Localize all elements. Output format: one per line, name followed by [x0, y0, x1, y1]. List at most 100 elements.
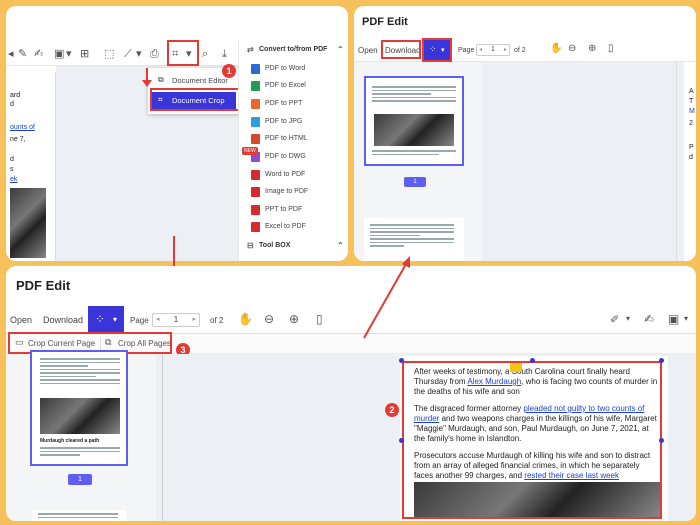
- thumb-text: [370, 224, 454, 249]
- collapse-icon[interactable]: ◂: [8, 48, 14, 59]
- diagonal-arrow: [363, 256, 410, 339]
- html-icon: [251, 134, 260, 144]
- fit-page-icon[interactable]: ▯: [608, 44, 614, 54]
- convert-header[interactable]: ⇄ Convert to/from PDF ⌃: [239, 40, 348, 60]
- chevron-up-icon: ⌃: [337, 45, 344, 54]
- zoom-out-icon[interactable]: ⊖: [568, 44, 576, 54]
- doc-fragment: T: [689, 98, 694, 105]
- chevron-right-icon[interactable]: ▸: [504, 45, 507, 55]
- page-count: of 2: [514, 47, 526, 54]
- thumb-photo: [40, 398, 120, 434]
- chevron-right-icon[interactable]: ▸: [192, 314, 196, 326]
- arrow-head: [142, 80, 152, 87]
- ppt-icon: [251, 99, 260, 109]
- crop-handle[interactable]: [399, 358, 404, 363]
- chevron-down-icon[interactable]: ▾: [66, 48, 72, 59]
- crop-frame[interactable]: [402, 361, 662, 519]
- thumb-text: [372, 86, 456, 104]
- chevron-down-icon[interactable]: ▾: [684, 315, 688, 323]
- convert-sidebar: ⇄ Convert to/from PDF ⌃ PDF to Word PDF …: [238, 40, 348, 261]
- zoom-out-icon[interactable]: ⊖: [264, 313, 274, 325]
- draw-icon[interactable]: ✎: [18, 48, 27, 59]
- page-title: PDF Edit: [362, 16, 408, 28]
- canvas-gray: [482, 62, 684, 261]
- pdf-icon: [251, 187, 260, 197]
- sidebar-item-pdf-to-ppt[interactable]: PDF to PPT: [239, 95, 348, 112]
- doc-fragment: A: [689, 88, 694, 95]
- thumb-text: [372, 150, 456, 157]
- doc-fragment: d: [10, 156, 14, 163]
- pdf-icon: [251, 205, 260, 215]
- select-area-icon[interactable]: ⬚: [104, 48, 114, 59]
- hand-icon[interactable]: ✋: [550, 44, 562, 54]
- open-button[interactable]: Open: [358, 46, 378, 55]
- sidebar-item-word-to-pdf[interactable]: Word to PDF: [239, 166, 348, 183]
- frame-icon[interactable]: ⊞: [80, 48, 89, 59]
- zoom-in-icon[interactable]: ⊕: [588, 44, 596, 54]
- view-mode-highlight: [422, 38, 452, 62]
- print-icon[interactable]: ⎙: [150, 48, 159, 59]
- page-edge: A T M 2 P d: [684, 62, 696, 261]
- doc-fragment: ne 7,: [10, 136, 26, 143]
- pen-icon[interactable]: ✐: [610, 314, 619, 325]
- chevron-left-icon[interactable]: ◂: [479, 45, 482, 55]
- hand-icon[interactable]: ✋: [238, 313, 253, 325]
- top-toolbar: ◂ ✎ ✍ ▣ ▾ ⊞ ⬚ ⟋ ▾ ⎙ ⌗ ▾ ⌕ ⤓: [6, 40, 238, 66]
- open-button[interactable]: Open: [10, 315, 32, 325]
- step-badge: 1: [222, 64, 236, 78]
- sidebar-item-image-to-pdf[interactable]: Image to PDF: [239, 183, 348, 200]
- sidebar-item-pdf-to-word[interactable]: PDF to Word: [239, 60, 348, 77]
- view-mode-button[interactable]: ⁘ ▾: [88, 306, 124, 334]
- crop-item-highlight: [150, 88, 240, 111]
- chevron-down-icon: ▾: [113, 315, 118, 324]
- thumb-photo: [374, 114, 454, 146]
- download-icon[interactable]: ⤓: [222, 48, 227, 59]
- doc-fragment: 2: [689, 120, 693, 127]
- page-thumbnail[interactable]: [32, 510, 126, 521]
- page-thumbnail-selected[interactable]: Murdaugh cleared a path: [30, 350, 128, 466]
- sign-icon[interactable]: ✍: [34, 48, 43, 59]
- image-icon[interactable]: ▣: [54, 48, 64, 59]
- chevron-left-icon[interactable]: ◂: [156, 314, 160, 326]
- image-icon[interactable]: ▣: [668, 313, 679, 325]
- doc-fragment: ard: [10, 92, 21, 99]
- toolbox-icon: ⊟: [247, 241, 254, 250]
- page-number-chip: 1: [68, 474, 92, 485]
- doc-fragment: ounts of: [10, 124, 35, 131]
- crop-handle[interactable]: [530, 358, 535, 363]
- sidebar-item-pdf-to-excel[interactable]: PDF to Excel: [239, 77, 348, 94]
- sign-icon[interactable]: ✍: [644, 313, 654, 325]
- sidebar-item-excel-to-pdf[interactable]: Excel to PDF: [239, 218, 348, 235]
- page-title: PDF Edit: [16, 278, 71, 293]
- panel-convert-menu: ◂ ✎ ✍ ▣ ▾ ⊞ ⬚ ⟋ ▾ ⎙ ⌗ ▾ ⌕ ⤓ ard d ounts …: [6, 6, 348, 261]
- thumb-text: [38, 513, 118, 520]
- doc-fragment: M: [689, 108, 695, 115]
- page-number-chip: 1: [404, 177, 426, 187]
- page-number-input[interactable]: ◂ 1 ▸: [152, 313, 200, 327]
- page-label: Page: [130, 316, 149, 325]
- download-button[interactable]: Download: [43, 315, 83, 325]
- page-thumbnail-selected[interactable]: [364, 76, 464, 166]
- page-number-input[interactable]: ◂ 1 ▸: [476, 44, 510, 56]
- crop-handle[interactable]: [659, 358, 664, 363]
- doc-fragment: d: [689, 154, 693, 161]
- crop-handle[interactable]: [399, 438, 404, 443]
- line-icon[interactable]: ⟋: [124, 48, 132, 59]
- chevron-down-icon[interactable]: ▾: [136, 48, 142, 59]
- doc-fragment: d: [10, 101, 14, 108]
- grid-icon: ⁘: [95, 312, 106, 326]
- crop-highlight: [167, 40, 199, 66]
- sidebar-item-ppt-to-pdf[interactable]: PPT to PDF: [239, 201, 348, 218]
- chevron-down-icon[interactable]: ▾: [626, 315, 630, 323]
- fit-page-icon[interactable]: ▯: [316, 313, 323, 325]
- crop-handle[interactable]: [659, 438, 664, 443]
- zoom-in-icon[interactable]: ⊕: [289, 313, 299, 325]
- jpg-icon: [251, 117, 260, 127]
- sidebar-item-pdf-to-html[interactable]: PDF to HTML: [239, 130, 348, 147]
- sidebar-item-pdf-to-jpg[interactable]: PDF to JPG: [239, 113, 348, 130]
- pdf-icon: [251, 222, 260, 232]
- excel-icon: [251, 81, 260, 91]
- download-highlight: [381, 40, 421, 59]
- search-icon[interactable]: ⌕: [202, 48, 208, 59]
- toolbox-header[interactable]: ⊟ Tool BOX ⌃: [239, 236, 348, 256]
